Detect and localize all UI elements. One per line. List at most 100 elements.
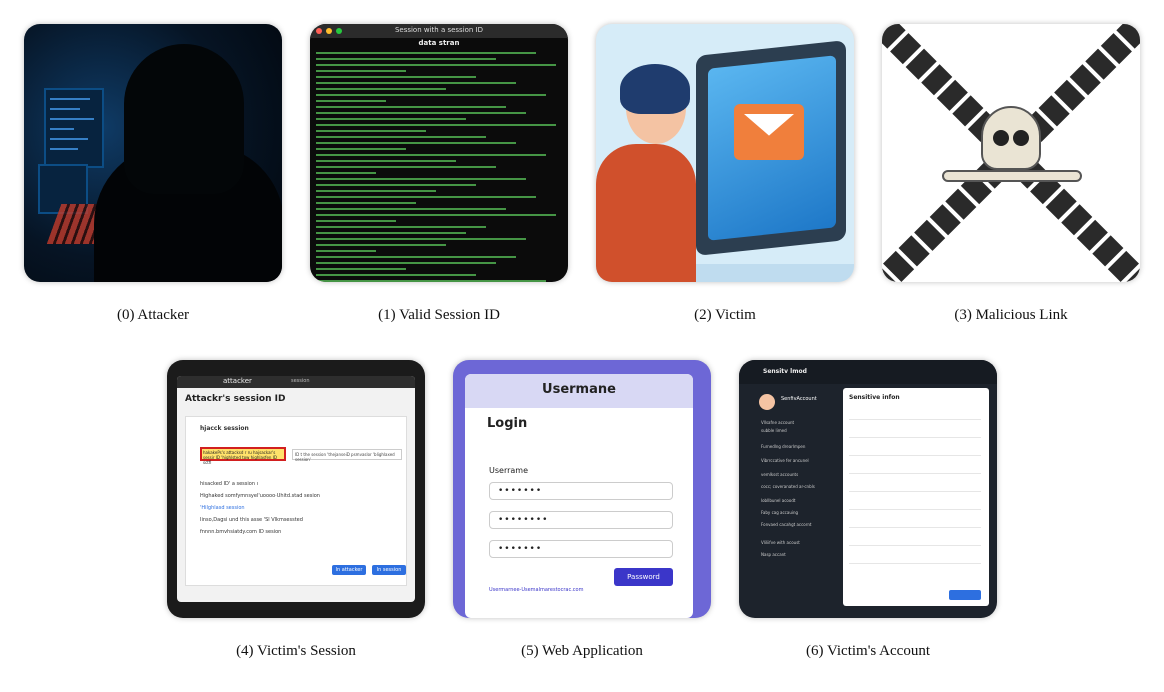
sidebar-item[interactable]: Fonvaed cacahgt accornt <box>761 522 811 527</box>
victim-account-image: Sensitv lmod SenfivAccount Vllsafne acco… <box>739 360 997 618</box>
caption-attacker: (0) Attacker <box>116 307 190 323</box>
password-button[interactable]: Password <box>614 568 673 586</box>
terminal-subtitle: data stran <box>418 39 460 47</box>
password-field[interactable]: •••••••• <box>489 511 673 529</box>
terminal-line <box>316 148 406 150</box>
terminal-line <box>316 250 376 252</box>
terminal-line <box>316 130 426 132</box>
sidebar-item[interactable]: Vliliifve with acoust <box>761 540 800 545</box>
terminal-line <box>316 190 436 192</box>
sidebar-item[interactable]: Faby cag accauing <box>761 510 798 515</box>
terminal-line <box>316 208 506 210</box>
web-application-image: Usermane Login Userrame ••••••• ••••••••… <box>453 360 711 618</box>
terminal-line <box>316 178 526 180</box>
terminal-line <box>316 244 446 246</box>
session-card: hjacck session hakakePs's attacksd r ru … <box>185 416 407 586</box>
terminal-line <box>316 172 376 174</box>
terminal-line <box>316 262 496 264</box>
account-topbar: Sensitv lmod <box>739 360 997 384</box>
victim-body <box>596 144 696 282</box>
sidebar-item[interactable]: vemlksst accounts <box>761 472 798 477</box>
malicious-link-image <box>882 24 1140 282</box>
brand-name: Usermane <box>542 382 616 397</box>
login-title: Login <box>487 416 528 431</box>
terminal-line <box>316 124 556 126</box>
terminal-line <box>316 52 536 54</box>
sidebar-item[interactable]: lobllbunel acoodt <box>761 498 795 503</box>
sidebar-item[interactable]: Vllsafne account <box>761 420 794 425</box>
info-line: 'Hilghlasd session <box>200 505 245 511</box>
victim-session-image: attacker session Attackr's session ID hj… <box>167 360 425 618</box>
login-card: Usermane Login Userrame ••••••• ••••••••… <box>465 374 693 618</box>
terminal-line <box>316 64 556 66</box>
window-tab-2: session <box>291 378 310 384</box>
sidebar-item[interactable]: cocc; coveranated ar-cnbls <box>761 484 815 489</box>
terminal-line <box>316 166 496 168</box>
caption-victim-account: (6) Victim's Account <box>805 643 930 659</box>
terminal-line <box>316 226 486 228</box>
info-line: Highaked somfymnsyel'uoooo·Uhitd.stad se… <box>200 493 320 499</box>
sidebar-item[interactable]: Vibrrccative fer ancunel <box>761 458 809 463</box>
terminal-line <box>316 82 516 84</box>
terminal-line <box>316 76 476 78</box>
terminal-line <box>316 256 516 258</box>
terminal-line <box>316 268 406 270</box>
window-titlebar: attacker session <box>177 376 415 388</box>
attacker-image <box>24 24 282 282</box>
session-window: attacker session Attackr's session ID hj… <box>177 376 415 602</box>
terminal-line <box>316 106 506 108</box>
terminal-line <box>316 184 476 186</box>
save-button[interactable] <box>949 590 981 600</box>
caption-session-id: (1) Valid Session ID <box>378 307 500 323</box>
caption-victim: (2) Victim <box>694 307 756 323</box>
terminal-line <box>316 154 546 156</box>
login-link[interactable]: Usermarnee-Usemalmarestocrac.com <box>489 587 583 593</box>
terminal-line <box>316 196 536 198</box>
info-line: fnnnn.bmvhsiatdy.com ID sesion <box>200 529 282 535</box>
info-line: Iinso,Dagsi und this asse 'Sl Vlkmsesste… <box>200 517 303 523</box>
window-tab: attacker <box>223 377 252 385</box>
terminal-line <box>316 58 496 60</box>
in-session-button[interactable]: In session <box>372 565 406 575</box>
terminal-line <box>316 112 526 114</box>
section-label: hjacck session <box>200 425 249 432</box>
account-heading: Sensitive infon <box>849 394 900 401</box>
terminal-line <box>316 100 386 102</box>
terminal-line <box>316 70 406 72</box>
account-main-panel: Sensitive infon <box>843 388 989 606</box>
caption-victim-session: (4) Victim's Session <box>236 643 356 659</box>
terminal-line <box>316 220 396 222</box>
terminal-line <box>316 118 466 120</box>
terminal-line <box>316 88 446 90</box>
avatar <box>759 394 775 410</box>
account-user: SenfivAccount <box>781 396 817 402</box>
victim-hair <box>620 64 690 114</box>
caption-web-application: (5) Web Application <box>521 643 643 659</box>
crossbone-icon <box>942 170 1082 182</box>
terminal-line <box>316 214 556 216</box>
account-sidebar: SenfivAccount Vllsafne account subble li… <box>747 388 843 614</box>
terminal-line <box>316 232 466 234</box>
terminal-line <box>316 160 456 162</box>
account-brand: Sensitv lmod <box>763 368 807 375</box>
password-confirm-field[interactable]: ••••••• <box>489 540 673 558</box>
terminal-line <box>316 142 516 144</box>
terminal-image: Session with a session ID data stran <box>310 24 568 282</box>
caption-malicious-link: (3) Malicious Link <box>954 307 1068 323</box>
terminal-line <box>316 274 476 276</box>
username-field[interactable]: ••••••• <box>489 482 673 500</box>
sidebar-item[interactable]: subble limed <box>761 428 787 433</box>
victim-image <box>596 24 854 282</box>
sidebar-item[interactable]: Nasp accant <box>761 552 786 557</box>
terminal-line <box>316 136 486 138</box>
username-label: Userrame <box>489 466 528 475</box>
terminal-line <box>316 202 416 204</box>
info-line: hisacked ID' a session ı <box>200 481 258 487</box>
terminal-line <box>316 94 546 96</box>
in-attacker-button[interactable]: In attacker <box>332 565 366 575</box>
session-id-field[interactable]: ID t the session 'thejanseiD psmvaslor '… <box>292 449 402 462</box>
session-title: Attackr's session ID <box>185 394 286 404</box>
terminal-line <box>316 280 546 282</box>
sidebar-item[interactable]: Furnedlng drearlmpen <box>761 444 805 449</box>
terminal-line <box>316 238 526 240</box>
